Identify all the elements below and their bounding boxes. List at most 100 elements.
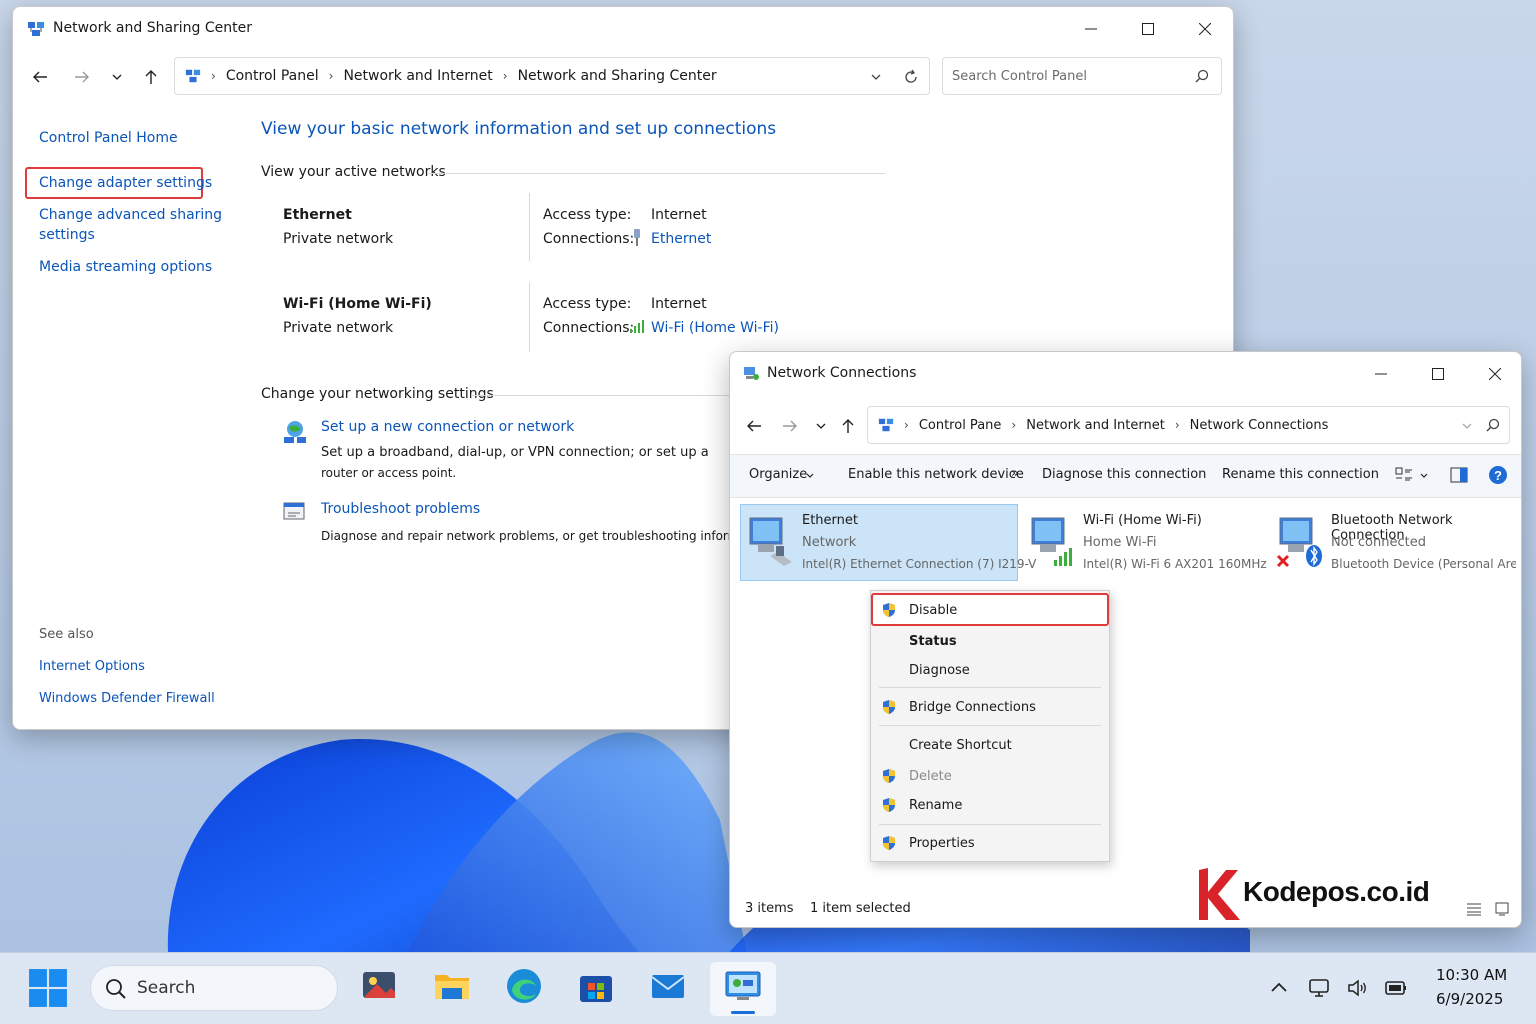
change-advanced-sharing-link[interactable]: Change advanced sharing (39, 207, 222, 223)
change-adapter-settings-link[interactable]: Change adapter settings (39, 175, 212, 191)
close-button[interactable] (1177, 7, 1233, 51)
items-count: 3 items (745, 901, 794, 916)
ethernet-plug-icon (634, 229, 640, 246)
ethernet-connection-link[interactable]: Ethernet (651, 231, 711, 247)
adapter-device: Intel(R) Wi-Fi 6 AX201 160MHz (1083, 557, 1267, 571)
shield-icon (883, 836, 895, 850)
breadcrumb-network-internet[interactable]: Network and Internet (343, 68, 492, 84)
menu-item-status[interactable]: Status (909, 634, 957, 649)
network-status-icon[interactable] (1308, 977, 1330, 999)
windows-defender-firewall-link[interactable]: Windows Defender Firewall (39, 691, 215, 706)
refresh-icon[interactable] (903, 69, 919, 85)
more-commands-button[interactable]: » (1011, 466, 1019, 481)
arrow-up-icon (145, 70, 157, 84)
menu-item-diagnose[interactable]: Diagnose (909, 663, 970, 678)
minimize-button[interactable] (1353, 352, 1409, 396)
network-type-wifi[interactable]: Private network (283, 320, 393, 336)
breadcrumb-network-sharing-center[interactable]: Network and Sharing Center (518, 68, 717, 84)
battery-icon[interactable] (1384, 978, 1408, 998)
edge-browser-icon[interactable] (504, 966, 544, 1006)
chevron-down-icon[interactable] (1462, 421, 1472, 431)
close-button[interactable] (1467, 352, 1521, 396)
address-bar[interactable]: › Control Pane › Network and Internet › … (867, 406, 1510, 444)
maximize-button[interactable] (1410, 352, 1466, 396)
svg-text:?: ? (1494, 468, 1502, 483)
menu-item-rename[interactable]: Rename (909, 798, 962, 813)
forward-button[interactable] (778, 414, 802, 438)
divider (427, 173, 885, 174)
clock-time[interactable]: 10:30 AM (1436, 966, 1507, 984)
preview-pane-icon[interactable] (1450, 466, 1468, 484)
control-panel-home-link[interactable]: Control Panel Home (39, 130, 178, 146)
chevron-down-icon[interactable] (1420, 472, 1428, 480)
search-box[interactable]: Search Control Panel (942, 57, 1222, 95)
menu-item-properties[interactable]: Properties (909, 836, 975, 851)
menu-item-bridge-connections[interactable]: Bridge Connections (909, 700, 1036, 715)
organize-menu[interactable]: Organize (749, 467, 807, 482)
title-bar: Network and Sharing Center (13, 7, 1233, 51)
control-panel-app-icon[interactable] (723, 966, 763, 1006)
network-type-ethernet[interactable]: Private network (283, 231, 393, 247)
back-button[interactable] (28, 65, 52, 89)
diagnose-connection-button[interactable]: Diagnose this connection (1042, 467, 1206, 482)
adapter-device: Intel(R) Ethernet Connection (7) I219-V (802, 557, 1037, 571)
new-connection-icon (284, 421, 306, 443)
search-icon[interactable] (1486, 418, 1500, 432)
window-title: Network and Sharing Center (53, 20, 253, 36)
internet-options-link[interactable]: Internet Options (39, 659, 145, 674)
details-view-icon[interactable] (1466, 901, 1482, 917)
breadcrumb-network-connections[interactable]: Network Connections (1190, 418, 1329, 433)
chevron-up-icon[interactable] (1270, 980, 1288, 994)
photos-app-icon[interactable] (360, 966, 400, 1006)
menu-item-create-shortcut[interactable]: Create Shortcut (909, 738, 1012, 753)
access-type-value: Internet (651, 207, 707, 223)
volume-icon[interactable] (1346, 977, 1368, 999)
breadcrumb-separator: › (904, 418, 909, 432)
enable-network-device-button[interactable]: Enable this network device (848, 467, 1024, 482)
breadcrumb-control-panel[interactable]: Control Pane (919, 418, 1002, 433)
media-streaming-options-link[interactable]: Media streaming options (39, 259, 212, 275)
adapter-status: Home Wi-Fi (1083, 535, 1157, 550)
wifi-connection-link[interactable]: Wi-Fi (Home Wi-Fi) (651, 320, 779, 336)
recent-locations-button[interactable] (105, 65, 129, 89)
menu-separator (879, 687, 1101, 688)
change-advanced-sharing-link-line2[interactable]: settings (39, 227, 95, 243)
watermark-logo-mark (1199, 868, 1240, 920)
search-icon (1195, 69, 1209, 83)
page-heading: View your basic network information and … (261, 119, 777, 139)
adapter-status: Not connected (1331, 535, 1426, 550)
large-icons-view-icon[interactable] (1494, 901, 1510, 917)
taskbar-search[interactable]: Search (90, 965, 338, 1011)
address-bar[interactable]: › Control Panel › Network and Internet ›… (174, 57, 930, 95)
setup-new-connection-link[interactable]: Set up a new connection or network (321, 419, 574, 435)
breadcrumb-control-panel[interactable]: Control Panel (226, 68, 319, 84)
troubleshoot-problems-link[interactable]: Troubleshoot problems (321, 501, 480, 517)
up-button[interactable] (139, 65, 163, 89)
clock-date[interactable]: 6/9/2025 (1436, 990, 1503, 1008)
setup-new-connection-desc-line2: router or access point. (321, 466, 457, 480)
mail-app-icon[interactable] (648, 966, 688, 1006)
maximize-button[interactable] (1120, 7, 1176, 51)
menu-item-delete[interactable]: Delete (909, 769, 952, 784)
recent-locations-button[interactable] (809, 414, 833, 438)
selected-count: 1 item selected (810, 901, 911, 916)
chevron-down-icon[interactable] (871, 72, 881, 82)
search-placeholder: Search Control Panel (952, 68, 1087, 84)
minimize-button[interactable] (1063, 7, 1119, 51)
microsoft-store-icon[interactable] (576, 966, 616, 1006)
rename-connection-button[interactable]: Rename this connection (1222, 467, 1379, 482)
arrow-right-icon (783, 420, 797, 432)
up-button[interactable] (836, 414, 860, 438)
help-icon[interactable]: ? (1488, 465, 1508, 485)
minimize-icon (1085, 28, 1097, 30)
menu-item-disable[interactable]: Disable (909, 603, 957, 618)
divider (529, 193, 530, 261)
ethernet-adapter-icon (749, 517, 792, 566)
breadcrumb-network-internet[interactable]: Network and Internet (1026, 418, 1165, 433)
access-type-value: Internet (651, 296, 707, 312)
back-button[interactable] (742, 414, 766, 438)
start-icon[interactable] (28, 968, 68, 1008)
forward-button[interactable] (70, 65, 94, 89)
view-options-icon[interactable] (1395, 466, 1413, 484)
file-explorer-icon[interactable] (432, 966, 472, 1006)
